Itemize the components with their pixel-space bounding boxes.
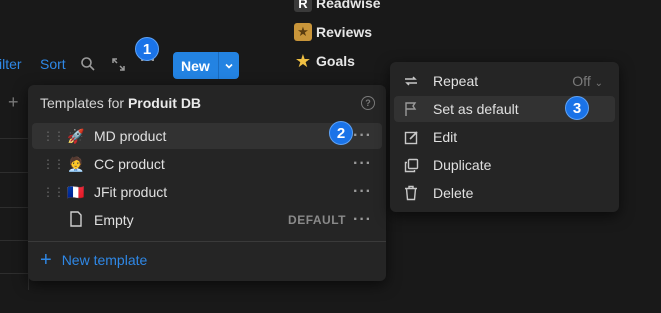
new-template-button[interactable]: + New template (40, 249, 148, 271)
table-row-line (0, 273, 28, 274)
more-icon[interactable]: ··· (353, 211, 372, 229)
page-label: Readwise (316, 0, 381, 11)
menu-item-duplicate[interactable]: Duplicate (394, 152, 615, 178)
expand-icon[interactable] (111, 57, 126, 75)
folder-star-icon: ★ (294, 23, 312, 41)
step-badge: 1 (135, 37, 159, 61)
menu-label: Duplicate (433, 157, 492, 173)
step-badge: 3 (565, 96, 589, 120)
template-name: Empty (94, 212, 134, 228)
drag-handle-icon[interactable]: ⋮⋮ (42, 130, 65, 142)
menu-label: Edit (433, 129, 458, 145)
new-template-label: New template (61, 252, 148, 268)
templates-popup: Templates for Produit DB ? ⋮⋮ 🚀 MD produ… (28, 85, 386, 281)
table-row-line (0, 207, 28, 208)
menu-item-delete[interactable]: Delete (394, 180, 615, 206)
repeat-value[interactable]: Off ⌄ (572, 73, 603, 89)
flag-icon (402, 101, 420, 117)
step-badge: 2 (329, 121, 353, 145)
template-name: MD product (94, 128, 167, 144)
page-goals[interactable]: ★ Goals (294, 50, 355, 72)
page-readwise[interactable]: R Readwise (294, 0, 381, 14)
help-icon[interactable]: ? (361, 96, 375, 110)
chevron-down-icon (225, 63, 233, 69)
template-name: JFit product (94, 184, 168, 200)
table-row-line (0, 240, 28, 241)
template-icon: 🇫🇷 (67, 183, 85, 200)
popup-title: Templates for Produit DB (40, 95, 202, 111)
trash-icon (402, 185, 420, 201)
page-reviews[interactable]: ★ Reviews (294, 21, 372, 43)
template-item[interactable]: ⋮⋮ 🧑‍💼 CC product ··· (32, 151, 382, 177)
table-row-line (0, 172, 28, 173)
chevron-down-icon: ⌄ (594, 78, 603, 89)
drag-handle-icon[interactable]: ⋮⋮ (42, 158, 65, 170)
page-label: Goals (316, 53, 355, 69)
menu-item-edit[interactable]: Edit (394, 124, 615, 150)
readwise-icon: R (294, 0, 312, 12)
template-icon: 🧑‍💼 (67, 155, 85, 172)
duplicate-icon (402, 158, 420, 173)
more-icon[interactable]: ··· (353, 183, 372, 201)
template-context-menu: Repeat Off ⌄ Set as default Edit Duplica… (390, 62, 619, 212)
new-button-group: New (173, 52, 239, 79)
more-icon[interactable]: ··· (353, 127, 372, 145)
template-item[interactable]: ⋮⋮ 🇫🇷 JFit product ··· (32, 179, 382, 205)
template-item[interactable]: ⋮⋮ Empty DEFAULT ··· (32, 207, 382, 233)
search-icon[interactable] (80, 56, 96, 75)
new-button[interactable]: New (173, 52, 218, 79)
star-icon: ★ (294, 50, 312, 71)
filter-button[interactable]: ilter (0, 56, 22, 72)
new-dropdown-button[interactable] (217, 52, 239, 79)
drag-handle-icon[interactable]: ⋮⋮ (42, 186, 65, 198)
default-badge: DEFAULT (288, 213, 346, 227)
menu-label: Delete (433, 185, 474, 201)
menu-label: Set as default (433, 101, 519, 117)
template-name: CC product (94, 156, 165, 172)
sort-button[interactable]: Sort (40, 56, 66, 72)
plus-icon: + (40, 249, 52, 271)
table-row-line (0, 138, 28, 139)
menu-item-repeat[interactable]: Repeat Off ⌄ (394, 68, 615, 94)
template-icon: 🚀 (67, 127, 85, 144)
menu-label: Repeat (433, 73, 479, 89)
database-name: Produit DB (127, 95, 202, 111)
page-label: Reviews (316, 24, 373, 40)
divider (28, 241, 386, 242)
edit-icon (402, 130, 420, 145)
page-icon (66, 210, 86, 230)
add-column-icon[interactable]: + (8, 92, 19, 113)
repeat-icon (402, 74, 420, 88)
more-icon[interactable]: ··· (353, 155, 372, 173)
